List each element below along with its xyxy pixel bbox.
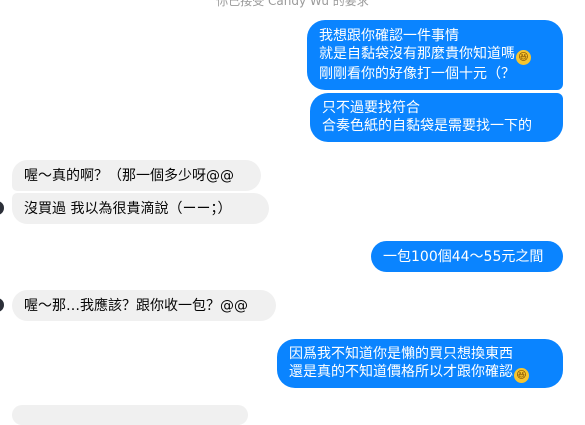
message-text: 就是自黏袋沒有那麼貴你知道嗎 [319, 46, 515, 62]
message-text: 喔～真的啊？（那一個多少呀@@ [24, 168, 234, 184]
contact-avatar[interactable] [0, 201, 4, 215]
contact-avatar[interactable] [0, 298, 4, 312]
message-bubble-outgoing[interactable]: 因爲我不知道你是懶的買只想換東西 還是真的不知道價格所以才跟你確認 😆 [277, 339, 563, 388]
message-text: 剛剛看你的好像打一個十元（？ [319, 66, 515, 82]
message-text: 因爲我不知道你是懶的買只想換東西 [289, 346, 513, 362]
message-bubble-incoming[interactable]: 喔～真的啊？（那一個多少呀@@ [12, 160, 261, 191]
message-bubble-outgoing[interactable]: 只不過要找符合 合奏色紙的自黏袋是需要找一下的 [310, 93, 563, 142]
message-bubble-incoming[interactable]: 沒買過 我以為很貴滴說（ーー；） [12, 193, 269, 224]
laughing-face-icon: 😆 [516, 50, 531, 65]
message-bubble-outgoing[interactable]: 我想跟你確認一件事情 就是自黏袋沒有那麼貴你知道嗎 😆 剛剛看你的好像打一個十元（… [307, 20, 563, 90]
message-bubble-incoming[interactable]: 喔～那…我應該？跟你收一包？@@ [12, 290, 276, 321]
message-text: 只不過要找符合 [322, 100, 420, 116]
message-text: 還是真的不知道價格所以才跟你確認 [289, 364, 513, 380]
message-text: 一包100個44～55元之間 [383, 249, 544, 265]
system-notice: 你已接受 Candy Wu 的要求 [216, 0, 369, 8]
laughing-face-icon: 😆 [514, 368, 529, 383]
message-text: 沒買過 我以為很貴滴說（ーー；） [24, 201, 232, 217]
message-text: 喔～那…我應該？跟你收一包？@@ [24, 298, 248, 314]
message-text: 我想跟你確認一件事情 [319, 28, 459, 44]
message-text: 合奏色紙的自黏袋是需要找一下的 [322, 118, 532, 134]
message-bubble-outgoing[interactable]: 一包100個44～55元之間 [371, 241, 563, 272]
message-bubble-incoming-partial[interactable] [12, 405, 248, 425]
